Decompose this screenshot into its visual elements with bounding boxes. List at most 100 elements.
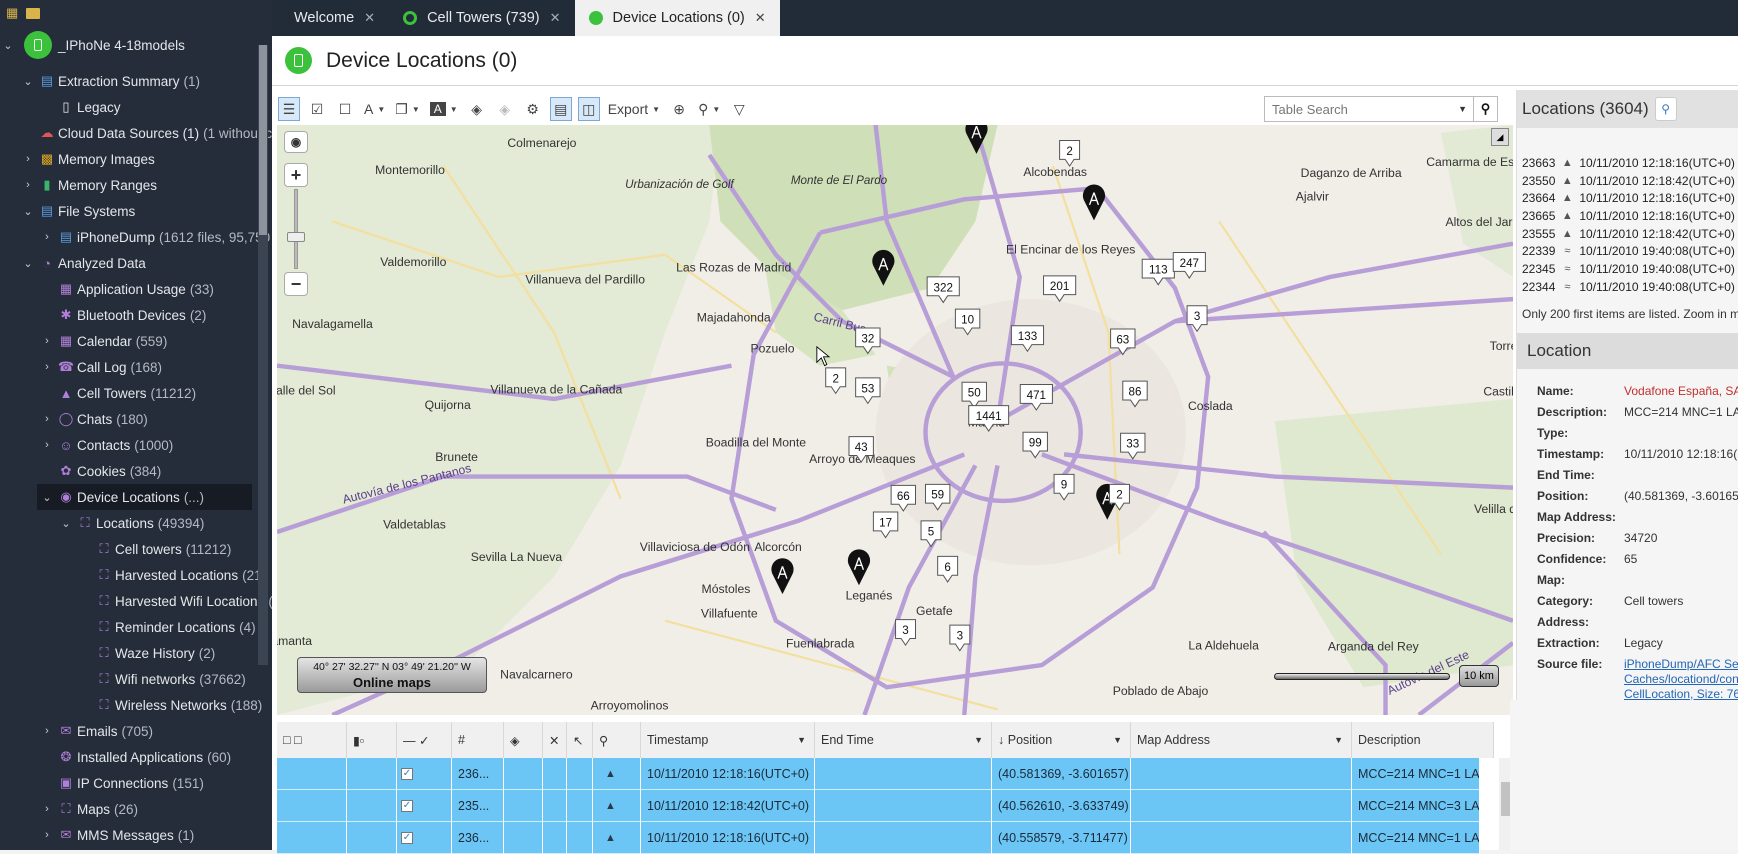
sidebar-item-harvested-locations[interactable]: ⛶ Harvested Locations (21)	[0, 562, 266, 588]
checked-list-icon[interactable]: ☑	[306, 97, 328, 121]
chevron-down-icon[interactable]: ⌄	[41, 491, 53, 504]
cell-tower-pin-icon[interactable]	[1082, 184, 1106, 221]
delete-column-icon[interactable]: ✕	[543, 722, 567, 758]
location-list-item[interactable]: 22339 ≈10/11/2010 19:40:08(UTC+0)	[1522, 242, 1738, 260]
column-map-address[interactable]: Map Address ▼	[1131, 722, 1352, 758]
location-list-item[interactable]: 22345 ≈10/11/2010 19:40:08(UTC+0)	[1522, 260, 1738, 278]
sidebar-scrollbar[interactable]	[258, 45, 268, 665]
sort-desc-icon[interactable]: ↓	[998, 733, 1008, 747]
sidebar-item-waze-history[interactable]: ⛶ Waze History (2)	[0, 640, 258, 666]
sidebar-item-wifi-networks[interactable]: ⛶ Wifi networks (37662)	[0, 666, 258, 692]
map-view[interactable]: Colmenarejo Montemorillo Urbanización de G…	[277, 125, 1513, 715]
horizontal-layout-icon[interactable]: ▤	[549, 97, 572, 121]
online-maps-button[interactable]: 40° 27' 32.27'' N 03° 49' 21.20'' W Onli…	[297, 657, 487, 693]
sidebar-item-extraction-summary[interactable]: ⌄ ▤ Extraction Summary (1)	[0, 68, 258, 94]
sidebar-item-memory-ranges[interactable]: › ▮ Memory Ranges	[0, 172, 258, 198]
sidebar-item-cell-towers[interactable]: ⛶ Cell towers (11212)	[0, 536, 258, 562]
list-view-icon[interactable]: ☰	[278, 97, 300, 121]
column-timestamp[interactable]: Timestamp ▼	[641, 722, 815, 758]
tab-device-locations[interactable]: Device Locations (0) ✕	[574, 0, 780, 36]
chart-column-icon[interactable]: ▮▫	[347, 722, 397, 758]
chevron-down-icon[interactable]: ⌄	[22, 257, 34, 270]
sidebar-item-bluetooth-devices[interactable]: ✱ Bluetooth Devices (2)	[0, 302, 258, 328]
cell-tower-pin-icon[interactable]	[771, 558, 794, 595]
source-file-link[interactable]: iPhoneDump/AFC Serv Caches/locationd/con…	[1624, 657, 1738, 701]
column-filter-icon[interactable]: ▼	[1334, 735, 1343, 745]
sidebar-item-file-systems[interactable]: ⌄ ▤ File Systems	[0, 198, 258, 224]
row-checkbox[interactable]: ✓	[401, 831, 413, 844]
sidebar-item-application-usage[interactable]: ▦ Application Usage (33)	[0, 276, 258, 302]
sidebar-item-contacts[interactable]: › ☺ Contacts (1000)	[0, 432, 258, 458]
table-row[interactable]: ✓ 236... ▲ 10/11/2010 12:18:16(UTC+0) (40.55…	[277, 822, 1480, 854]
column-filter-icon[interactable]: ▼	[974, 735, 983, 745]
column-filter-icon[interactable]: ▼	[797, 735, 806, 745]
sidebar-item-mms-messages[interactable]: › ✉ MMS Messages (1)	[0, 822, 258, 848]
sidebar-item-iphone-4-18models[interactable]: ⌄ _IPhoNe 4-18models	[0, 26, 258, 64]
location-cluster-marker[interactable]: 6	[937, 555, 959, 583]
row-checkbox[interactable]: ✓	[401, 767, 413, 780]
tab-welcome[interactable]: Welcome ✕	[280, 0, 389, 36]
chevron-right-icon[interactable]: ›	[22, 153, 34, 165]
chevron-right-icon[interactable]: ›	[41, 231, 53, 243]
tree-view-icon[interactable]: ▦	[6, 5, 18, 21]
chevron-right-icon[interactable]: ›	[41, 803, 53, 815]
chevron-right-icon[interactable]: ›	[41, 335, 53, 347]
file-folder-icons[interactable]: □ □	[277, 722, 347, 758]
sidebar-item-cookies[interactable]: ✿ Cookies (384)	[0, 458, 258, 484]
chevron-right-icon[interactable]: ›	[22, 179, 34, 191]
sidebar-item-wireless-networks[interactable]: ⛶ Wireless Networks (188)	[0, 692, 262, 718]
table-row[interactable]: ✓ 236... ▲ 10/11/2010 12:18:16(UTC+0) (40.58…	[277, 758, 1480, 790]
location-cluster-marker[interactable]: 5	[920, 520, 942, 548]
location-list-item[interactable]: 23550 ▲ 10/11/2010 12:18:42(UTC+0)	[1522, 172, 1738, 190]
close-icon[interactable]: ✕	[364, 10, 375, 26]
sidebar-item-emails[interactable]: › ✉ Emails (705)	[0, 718, 258, 744]
pin-column-icon[interactable]: ⚲	[593, 722, 641, 758]
scrollbar-thumb[interactable]	[259, 45, 267, 235]
zoom-to-locations-icon[interactable]: ⚲	[1654, 97, 1677, 121]
column-filter-icon[interactable]: ▼	[1113, 735, 1122, 745]
tag-column-icon[interactable]: ◈	[504, 722, 543, 758]
location-list-item[interactable]: 23555 ▲ 10/11/2010 12:18:42(UTC+0)	[1522, 225, 1738, 243]
column-description[interactable]: Description	[1352, 722, 1494, 758]
add-tag-icon[interactable]: ◈	[466, 97, 488, 121]
tab-cell-towers[interactable]: Cell Towers (739) ✕	[389, 0, 574, 36]
row-checkbox[interactable]: ✓	[401, 799, 413, 812]
sidebar-item-legacy[interactable]: ▯ Legacy	[0, 94, 258, 120]
location-cluster-marker[interactable]: 247	[1172, 252, 1206, 279]
text-style-button[interactable]: A ▼	[428, 97, 460, 121]
sidebar-item-memory-images[interactable]: › ▩ Memory Images	[0, 146, 258, 172]
select-toggle-icon[interactable]: — ✓	[397, 722, 452, 758]
visibility-toggle-eye-icon[interactable]: ◉	[284, 131, 308, 153]
sidebar-item-ip-connections[interactable]: ▣ IP Connections (151)	[0, 770, 258, 796]
sidebar-item-analyzed-data[interactable]: ⌄ ◔ Analyzed Data	[0, 250, 258, 276]
location-cluster-marker[interactable]: 17	[872, 511, 899, 539]
zoom-in-button[interactable]: +	[284, 163, 308, 187]
column-end-time[interactable]: End Time ▼	[815, 722, 992, 758]
table-row[interactable]: ✓ 235... ▲ 10/11/2010 12:18:42(UTC+0) (40.56…	[277, 790, 1480, 822]
location-list-item[interactable]: 23664 ▲ 10/11/2010 12:18:16(UTC+0)	[1522, 189, 1738, 207]
search-dropdown-icon[interactable]: ▼	[1458, 104, 1467, 114]
chevron-right-icon[interactable]: ›	[41, 829, 53, 841]
remove-tag-icon[interactable]: ◈	[494, 97, 516, 121]
chevron-down-icon[interactable]: ⌄	[2, 39, 14, 52]
chevron-right-icon[interactable]: ›	[41, 413, 53, 425]
location-cluster-marker[interactable]: 3	[895, 619, 917, 647]
chevron-down-icon[interactable]: ⌄	[22, 75, 34, 88]
sidebar-item-calendar[interactable]: › ▦ Calendar (559)	[0, 328, 258, 354]
copy-button[interactable]: ❐ ▼	[393, 97, 421, 121]
search-icon[interactable]: ⚲	[1473, 97, 1497, 121]
chevron-right-icon[interactable]: ›	[41, 725, 53, 737]
vertical-layout-icon[interactable]: ◫	[577, 97, 600, 121]
location-cluster-marker[interactable]: 322	[926, 276, 960, 304]
location-list-item[interactable]: 23663 ▲ 10/11/2010 12:18:16(UTC+0)	[1522, 154, 1738, 172]
location-list-item[interactable]: 22344 ≈10/11/2010 19:40:08(UTC+0)	[1522, 278, 1738, 296]
zoom-slider-handle[interactable]	[287, 232, 305, 242]
column-position[interactable]: ↓ Position ▼	[992, 722, 1131, 758]
sidebar-item-harvested-wifi-locations[interactable]: ⛶Harvested Wifi Locations(	[0, 588, 272, 614]
location-cluster-marker[interactable]: 201	[1043, 275, 1077, 303]
location-cluster-marker[interactable]: 53	[855, 377, 881, 405]
sidebar-item-chats[interactable]: › ◯ Chats (180)	[0, 406, 258, 432]
location-filter-button[interactable]: ⚲ ▼	[696, 97, 722, 121]
close-icon[interactable]: ✕	[550, 10, 561, 26]
export-button[interactable]: Export ▼	[606, 97, 662, 121]
